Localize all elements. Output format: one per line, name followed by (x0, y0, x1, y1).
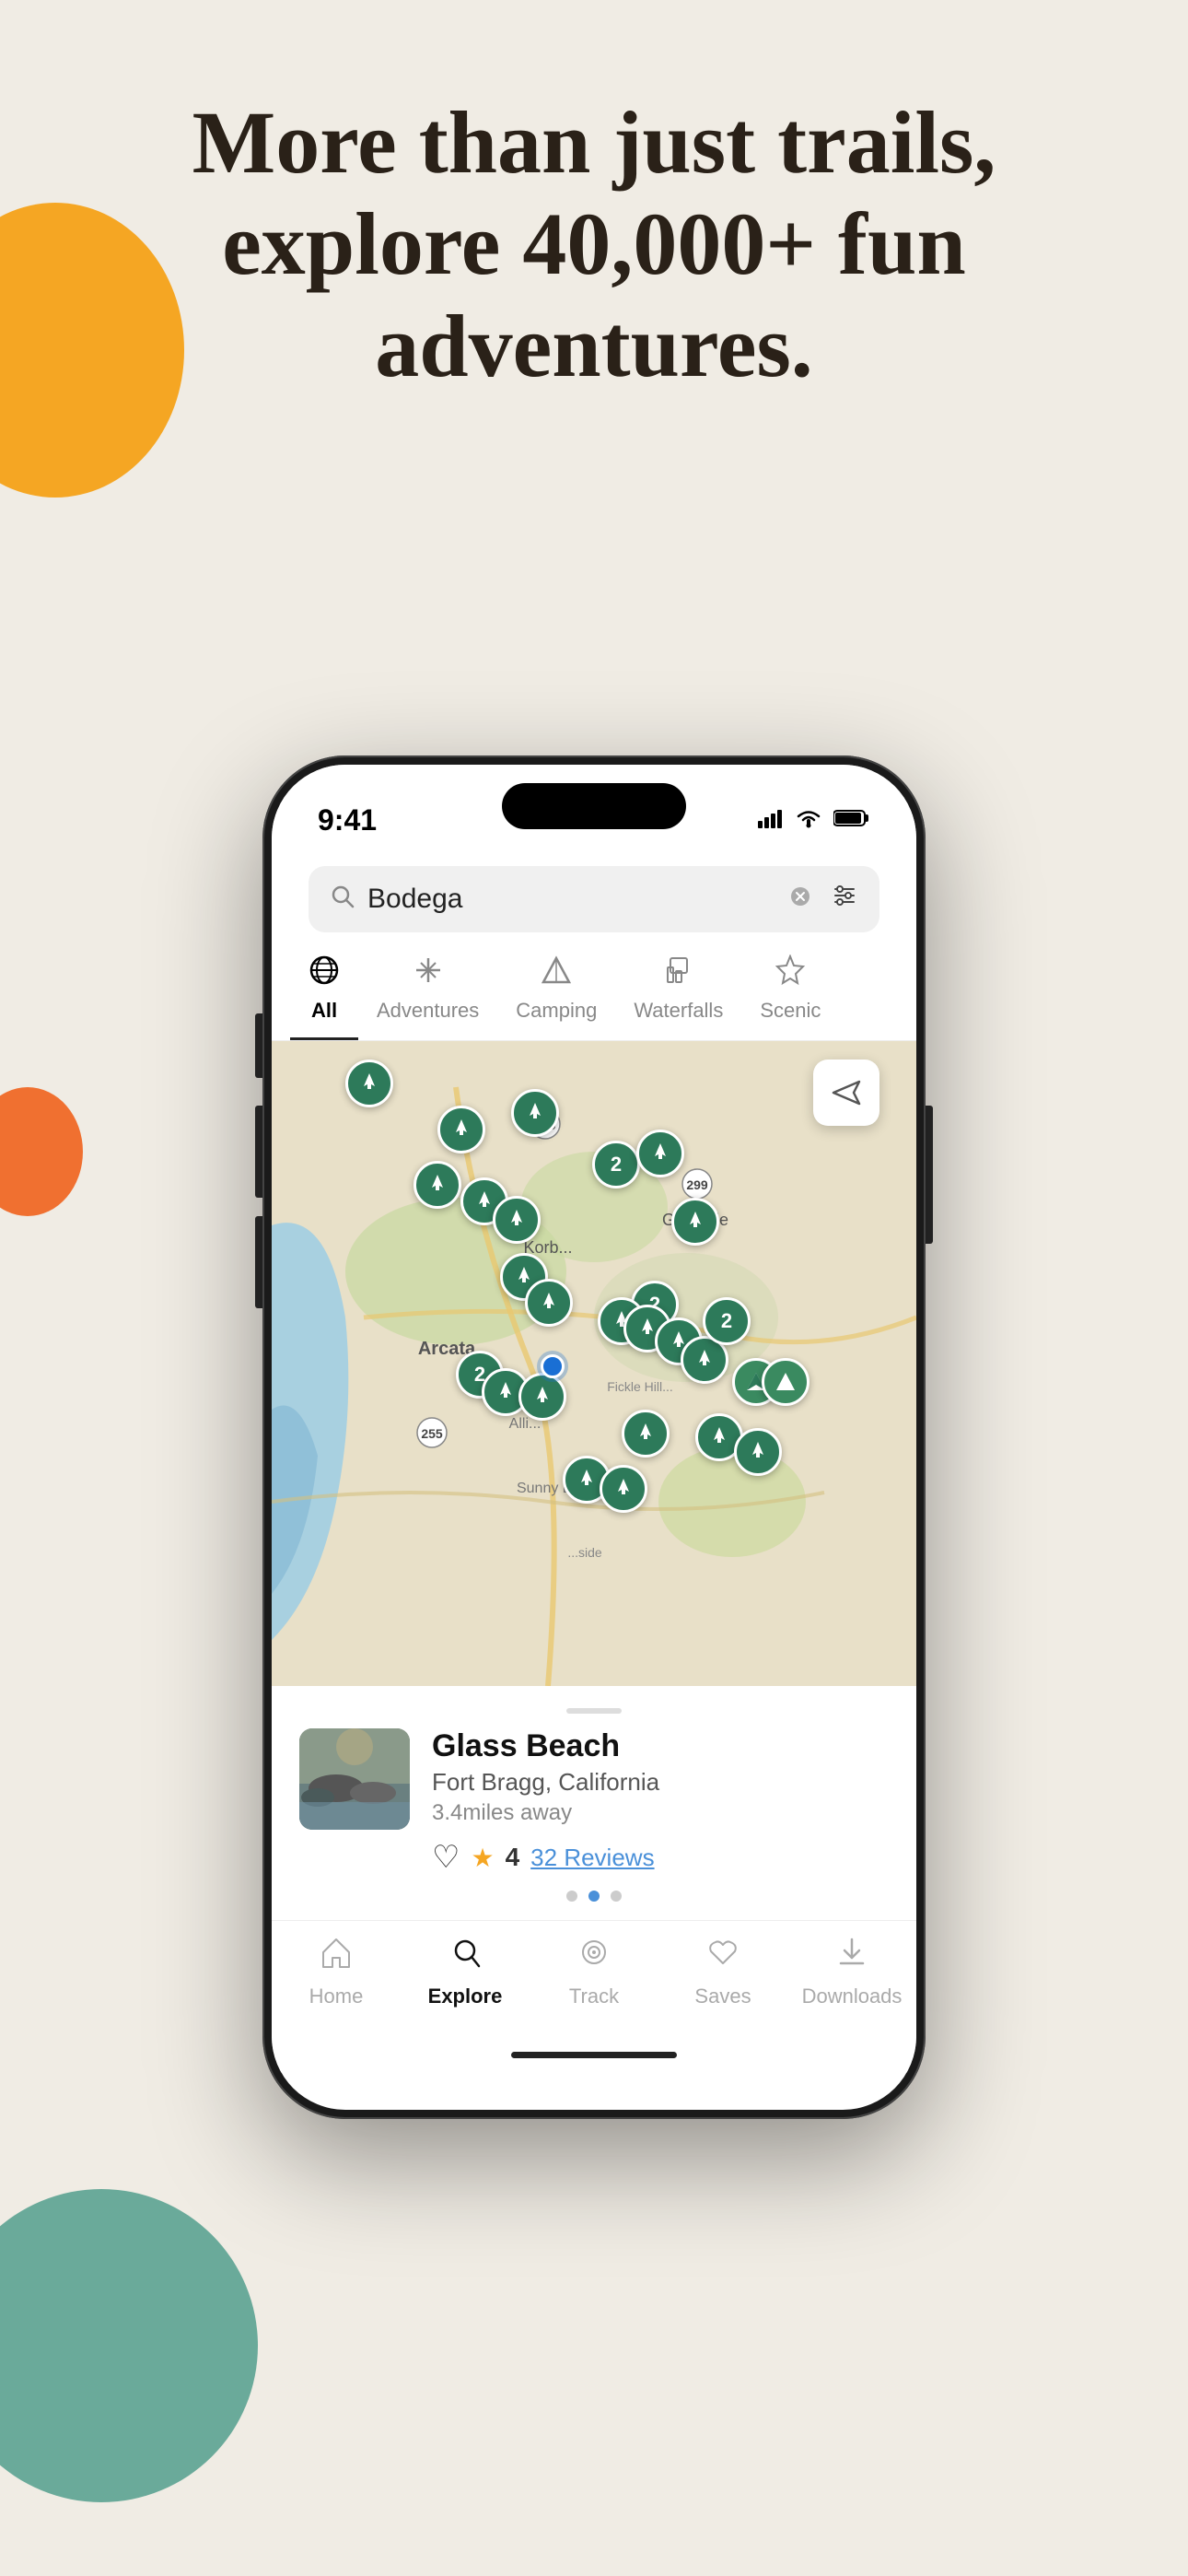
saves-icon (706, 1936, 740, 1977)
map-pin[interactable] (493, 1196, 541, 1244)
tab-all-label: All (311, 999, 337, 1023)
phone-button-mute (255, 1013, 262, 1078)
waterfalls-icon (663, 954, 694, 993)
search-clear-button[interactable] (789, 884, 811, 914)
status-icons (758, 805, 870, 835)
place-thumbnail (299, 1728, 410, 1830)
category-tabs: All Adventures (272, 932, 916, 1041)
nav-explore[interactable]: Explore (401, 1936, 530, 2008)
svg-text:...side: ...side (567, 1545, 602, 1560)
place-thumbnail-img (299, 1728, 410, 1830)
place-distance: 3.4miles away (432, 1800, 889, 1826)
phone-screen: 9:41 (272, 765, 916, 2110)
star-icon: ★ (471, 1843, 494, 1873)
signal-icon (758, 805, 784, 835)
place-location: Fort Bragg, California (432, 1768, 889, 1797)
adventures-icon (413, 954, 444, 993)
search-bar-area: Bodega (272, 857, 916, 932)
nav-track-label: Track (569, 1985, 619, 2008)
nav-explore-label: Explore (428, 1985, 503, 2008)
battery-icon (833, 805, 870, 835)
tab-waterfalls[interactable]: Waterfalls (615, 947, 741, 1040)
nav-track[interactable]: Track (530, 1936, 658, 2008)
tab-camping-label: Camping (516, 999, 597, 1023)
map-pin[interactable] (622, 1410, 670, 1458)
rating-number: 4 (506, 1843, 520, 1872)
map-pin[interactable] (525, 1279, 573, 1327)
nav-saves-label: Saves (694, 1985, 751, 2008)
map-pin[interactable] (518, 1373, 566, 1421)
map-pin[interactable] (437, 1106, 485, 1153)
status-time: 9:41 (318, 803, 377, 837)
explore-icon (448, 1936, 482, 1977)
tab-adventures-label: Adventures (377, 999, 479, 1023)
scenic-icon (775, 954, 806, 993)
drag-handle (566, 1708, 622, 1714)
tab-waterfalls-label: Waterfalls (634, 999, 723, 1023)
nav-saves[interactable]: Saves (658, 1936, 787, 2008)
search-value: Bodega (367, 884, 776, 915)
hero-title: More than just trails, explore 40,000+ f… (74, 92, 1114, 397)
home-bar (272, 2036, 916, 2073)
svg-text:299: 299 (686, 1177, 708, 1192)
bg-circle-orange-small (0, 1087, 83, 1216)
phone-button-power (926, 1106, 933, 1244)
bg-circle-teal (0, 2189, 258, 2502)
map-pin[interactable] (636, 1130, 684, 1177)
map-area[interactable]: 200 299 255 Korb... Glendale Arcata Alli… (272, 1041, 916, 1686)
hero-section: More than just trails, explore 40,000+ f… (0, 92, 1188, 397)
dot-3 (611, 1891, 622, 1902)
map-pin[interactable] (600, 1465, 647, 1513)
map-pin[interactable] (734, 1428, 782, 1476)
home-icon (320, 1936, 353, 1977)
search-input-wrap[interactable]: Bodega (309, 866, 879, 932)
camping-icon (541, 954, 572, 993)
filter-icon[interactable] (832, 883, 857, 916)
reviews-link[interactable]: 32 Reviews (530, 1844, 654, 1872)
nav-downloads[interactable]: Downloads (787, 1936, 916, 2008)
tab-all[interactable]: All (290, 947, 358, 1040)
search-icon (331, 884, 355, 915)
pagination-dots (299, 1891, 889, 1902)
wifi-icon (795, 805, 822, 835)
place-name: Glass Beach (432, 1728, 889, 1764)
phone-button-vol-down (255, 1216, 262, 1308)
save-icon[interactable]: ♡ (432, 1839, 460, 1876)
phone-mockup: 9:41 (262, 755, 926, 2119)
bottom-navigation: Home Explore (272, 1920, 916, 2036)
map-pin[interactable] (345, 1060, 393, 1107)
nav-downloads-label: Downloads (802, 1985, 903, 2008)
tab-adventures[interactable]: Adventures (358, 947, 497, 1040)
map-pin-number[interactable]: 2 (592, 1141, 640, 1188)
dynamic-island (502, 783, 686, 829)
place-ratings: ♡ ★ 4 32 Reviews (432, 1839, 889, 1876)
phone-button-vol-up (255, 1106, 262, 1198)
tab-scenic[interactable]: Scenic (741, 947, 839, 1040)
place-card-inner: Glass Beach Fort Bragg, California 3.4mi… (299, 1728, 889, 1876)
place-info: Glass Beach Fort Bragg, California 3.4mi… (432, 1728, 889, 1876)
all-icon (309, 954, 340, 993)
nav-home-label: Home (309, 1985, 364, 2008)
user-location (541, 1354, 565, 1378)
map-background: 200 299 255 Korb... Glendale Arcata Alli… (272, 1041, 916, 1686)
place-card[interactable]: Glass Beach Fort Bragg, California 3.4mi… (272, 1686, 916, 1920)
downloads-icon (835, 1936, 868, 1977)
map-pin[interactable] (671, 1198, 719, 1246)
map-pin-number[interactable]: 2 (703, 1297, 751, 1345)
track-icon (577, 1936, 611, 1977)
home-indicator (511, 2052, 677, 2058)
tab-camping[interactable]: Camping (497, 947, 615, 1040)
location-button[interactable] (813, 1060, 879, 1126)
phone-frame: 9:41 (262, 755, 926, 2119)
map-pin[interactable] (413, 1161, 461, 1209)
dot-1 (566, 1891, 577, 1902)
map-pin[interactable] (511, 1089, 559, 1137)
map-pin-peak[interactable] (762, 1358, 809, 1406)
svg-text:Fickle Hill...: Fickle Hill... (607, 1379, 673, 1394)
tab-scenic-label: Scenic (760, 999, 821, 1023)
svg-text:255: 255 (421, 1426, 443, 1441)
dot-2 (588, 1891, 600, 1902)
nav-home[interactable]: Home (272, 1936, 401, 2008)
